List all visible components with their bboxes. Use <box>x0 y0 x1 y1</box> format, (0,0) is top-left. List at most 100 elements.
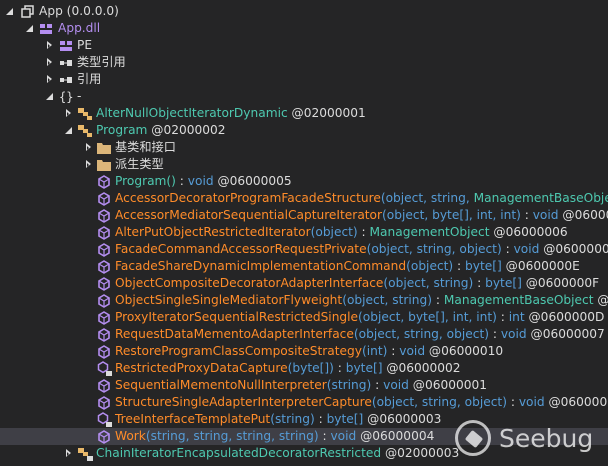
label-segment-plain: @06000003 <box>363 412 442 426</box>
label-segment-kw: (byte[]) <box>287 361 334 375</box>
node-label: 基类和接口 <box>115 139 176 156</box>
label-segment-plain: 引用 <box>77 72 102 86</box>
expand-arrow-icon[interactable] <box>45 71 55 88</box>
tree-node[interactable]: PE <box>0 37 608 54</box>
label-segment-plain: : <box>318 429 331 443</box>
label-segment-kw: void <box>518 395 545 409</box>
expand-arrow-icon[interactable] <box>64 445 74 462</box>
seebug-logo-icon <box>455 420 491 456</box>
label-segment-name: TreeInterfaceTemplatePut <box>115 412 271 426</box>
label-segment-plain: @06000001 <box>408 378 488 392</box>
tree-node[interactable]: RestoreProgramClassCompositeStrategy(int… <box>0 343 608 360</box>
tree-node[interactable]: AlterNullObjectIteratorDynamic @02000001 <box>0 105 608 122</box>
expand-arrow-icon[interactable] <box>45 37 55 54</box>
tree-node[interactable]: {} - <box>0 88 608 105</box>
label-segment-plain: @0600000C <box>562 208 608 222</box>
tree-node[interactable]: 基类和接口 <box>0 139 608 156</box>
node-label: 类型引用 <box>77 54 126 71</box>
node-label: RestoreProgramClassCompositeStrategy(int… <box>115 343 503 360</box>
label-segment-plain: @06000005 <box>213 174 292 188</box>
method-icon <box>96 377 112 394</box>
label-segment-type: ManagementBaseObject <box>473 191 608 205</box>
collapse-arrow-icon[interactable] <box>45 88 55 105</box>
expand-arrow-icon[interactable] <box>84 139 94 156</box>
tree-node[interactable]: AlterPutObjectRestrictedIterator(object)… <box>0 224 608 241</box>
tree-node[interactable]: App.dll <box>0 20 608 37</box>
label-segment-name: StructureSingleAdapterInterpreterCapture <box>115 395 372 409</box>
tree-node[interactable]: AccessorDecoratorProgramFacadeStructure(… <box>0 190 608 207</box>
label-segment-plain: : <box>501 242 514 256</box>
expand-arrow-icon[interactable] <box>84 156 94 173</box>
tree-node[interactable]: StructureSingleAdapterInterpreterCapture… <box>0 394 608 411</box>
tree-node[interactable]: RequestDataMementoAdapterInterface(objec… <box>0 326 608 343</box>
method-icon <box>96 258 112 275</box>
label-segment-asm: App.dll <box>58 21 101 35</box>
node-label: ChainIteratorEncapsulatedDecoratorRestri… <box>96 445 459 462</box>
expand-arrow-icon[interactable] <box>45 54 55 71</box>
method-icon <box>96 173 112 190</box>
tree-node[interactable]: 类型引用 <box>0 54 608 71</box>
tree-node[interactable]: ObjectSingleSingleMediatorFlyweight(obje… <box>0 292 608 309</box>
label-segment-plain: : <box>520 208 533 222</box>
method-icon <box>96 292 112 309</box>
label-segment-plain: @06000004 <box>356 429 435 443</box>
tree-node[interactable]: ObjectCompositeDecoratorAdapterInterface… <box>0 275 608 292</box>
label-segment-kw: void <box>513 242 540 256</box>
folder-icon <box>96 139 112 156</box>
module-icon <box>38 20 54 37</box>
method-icon <box>96 224 112 241</box>
label-segment-plain: @02000003 <box>381 446 460 460</box>
label-segment-plain: @0600000E <box>501 259 580 273</box>
label-segment-plain: @02000002 <box>147 123 226 137</box>
tree-node[interactable]: AccessorMediatorSequentialCaptureIterato… <box>0 207 608 224</box>
node-label: RequestDataMementoAdapterInterface(objec… <box>115 326 605 343</box>
type-references-icon <box>58 54 74 71</box>
label-segment-type: Program <box>96 123 148 137</box>
label-segment-plain: : <box>473 276 486 290</box>
tree-node[interactable]: FacadeCommandAccessorRequestPrivate(obje… <box>0 241 608 258</box>
label-segment-kw: (object, string, object) <box>353 327 489 341</box>
pe-icon <box>58 37 74 54</box>
label-segment-kw: int <box>508 310 525 324</box>
assembly-explorer-tree[interactable]: App (0.0.0.0) App.dll PE 类型引用 引用 {} - AlterNull… <box>0 3 608 462</box>
node-label: - <box>77 88 81 105</box>
node-label: ObjectSingleSingleMediatorFlyweight(obje… <box>115 292 608 309</box>
private-method-icon <box>96 360 112 377</box>
node-label: 引用 <box>77 71 101 88</box>
collapse-arrow-icon[interactable] <box>64 122 74 139</box>
label-segment-plain: : <box>314 412 327 426</box>
label-segment-name: RestrictedProxyDataCapture <box>115 361 288 375</box>
collapse-arrow-icon[interactable] <box>25 20 35 37</box>
tree-node[interactable]: FacadeShareDynamicImplementationCommand(… <box>0 258 608 275</box>
collapse-arrow-icon[interactable] <box>5 3 15 20</box>
label-segment-name: RestoreProgramClassCompositeStrategy <box>115 344 362 358</box>
label-segment-type: ManagementBaseObject <box>443 293 594 307</box>
method-icon <box>96 326 112 343</box>
tree-node[interactable]: Program() : void @06000005 <box>0 173 608 190</box>
tree-node[interactable]: Program @02000002 <box>0 122 608 139</box>
label-segment-kw: (object) <box>406 259 454 273</box>
label-segment-name: RequestDataMementoAdapterInterface <box>115 327 354 341</box>
node-label: Program() : void @06000005 <box>115 173 292 190</box>
svg-text:{}: {} <box>59 90 73 104</box>
node-label: Work(string, string, string, string) : v… <box>115 428 434 445</box>
tree-node[interactable]: 引用 <box>0 71 608 88</box>
method-icon <box>96 190 112 207</box>
tree-node[interactable]: App (0.0.0.0) <box>0 3 608 20</box>
node-label: SequentialMementoNullInterpreter(string)… <box>115 377 487 394</box>
label-segment-plain: @06000010 <box>425 344 504 358</box>
tree-node[interactable]: ProxyIteratorSequentialRestrictedSingle(… <box>0 309 608 326</box>
label-segment-kw: (object, string, <box>380 191 474 205</box>
tree-node[interactable]: RestrictedProxyDataCapture(byte[]) : byt… <box>0 360 608 377</box>
label-segment-name: ObjectSingleSingleMediatorFlyweight <box>115 293 343 307</box>
label-segment-plain: @06000002 <box>382 361 461 375</box>
node-label: 派生类型 <box>115 156 164 173</box>
node-label: ObjectCompositeDecoratorAdapterInterface… <box>115 275 599 292</box>
tree-node[interactable]: 派生类型 <box>0 156 608 173</box>
node-label: PE <box>77 37 92 54</box>
node-label: AlterNullObjectIteratorDynamic @02000001 <box>96 105 366 122</box>
private-method-icon <box>96 411 112 428</box>
expand-arrow-icon[interactable] <box>64 105 74 122</box>
tree-node[interactable]: SequentialMementoNullInterpreter(string)… <box>0 377 608 394</box>
label-segment-kw: void <box>500 327 527 341</box>
